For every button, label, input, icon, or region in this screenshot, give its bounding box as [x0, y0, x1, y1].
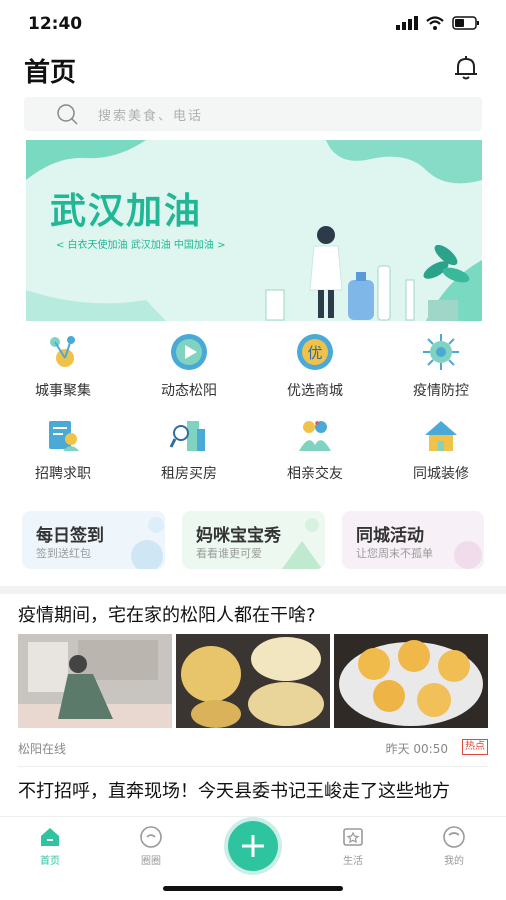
article-time: 昨天 00:50 [385, 742, 448, 756]
banner-subtitle: < 白衣天使加油 武汉加油 中国加油 > [56, 240, 226, 251]
service-epidemic[interactable]: 疫情防控 [378, 332, 504, 400]
tab-label: 我的 [444, 856, 464, 867]
service-dating[interactable]: 相亲交友 [252, 415, 378, 483]
signal-icon [396, 16, 418, 30]
banner-title: 武汉加油 [50, 191, 203, 232]
tab-label: 生活 [343, 856, 363, 867]
card-title: 妈咪宝宝秀 [196, 526, 281, 546]
couple-icon [299, 421, 331, 451]
service-label: 租房买房 [161, 466, 217, 482]
card-title: 同城活动 [356, 526, 424, 546]
article-title[interactable]: 不打招呼，直奔现场！今天县委书记王峻走了这些地方 [18, 778, 488, 805]
service-jobs[interactable]: 招聘求职 [0, 415, 126, 483]
service-label: 疫情防控 [413, 383, 469, 399]
card-subtitle: 看看谁更可爱 [196, 547, 262, 560]
city-news-icon [50, 336, 75, 367]
tab-label: 首页 [40, 856, 60, 867]
tab-label: 圈圈 [141, 856, 161, 867]
bell-icon[interactable] [452, 54, 480, 82]
service-label: 动态松阳 [161, 383, 217, 399]
home-icon [41, 828, 59, 846]
page-title: 首页 [24, 58, 77, 88]
article-separator [18, 766, 488, 767]
circle-icon [140, 826, 162, 848]
tab-circle[interactable]: 圈圈 [121, 825, 181, 867]
service-dynamic[interactable]: 动态松阳 [126, 332, 252, 400]
tab-home[interactable]: 首页 [20, 825, 80, 867]
article-photos[interactable] [18, 634, 488, 728]
shop-icon: 优 [297, 334, 333, 370]
status-time: 12:40 [28, 14, 83, 34]
status-icons [396, 16, 480, 30]
banner[interactable]: 武汉加油 < 白衣天使加油 武汉加油 中国加油 > [26, 140, 482, 321]
add-button[interactable] [228, 821, 278, 871]
article-photo[interactable] [334, 634, 488, 728]
tab-profile[interactable]: 我的 [424, 825, 484, 867]
service-label: 城事聚集 [35, 383, 91, 399]
service-housing[interactable]: 租房买房 [126, 415, 252, 483]
card-subtitle: 签到送红包 [36, 547, 91, 560]
life-icon [343, 828, 363, 846]
service-decoration[interactable]: 同城装修 [378, 415, 504, 483]
virus-icon [423, 334, 459, 370]
battery-icon [452, 16, 479, 30]
profile-icon [443, 826, 465, 848]
card-city-event[interactable]: 同城活动 让您周末不孤单 [342, 511, 484, 569]
building-icon [169, 421, 205, 451]
svg-text:优: 优 [307, 344, 322, 362]
article-source: 松阳在线 [18, 742, 67, 756]
house-icon [425, 421, 457, 451]
resume-icon [49, 421, 79, 451]
tab-life[interactable]: 生活 [323, 825, 383, 867]
service-label: 招聘求职 [35, 466, 91, 482]
article-title[interactable]: 疫情期间，宅在家的松阳人都在干啥? [18, 602, 488, 629]
service-label: 同城装修 [413, 466, 469, 482]
service-label: 优选商城 [287, 383, 343, 399]
card-title: 每日签到 [36, 526, 104, 546]
search-icon [57, 104, 78, 125]
status-bar: 12:40 [0, 0, 506, 46]
home-indicator [163, 886, 343, 891]
article-photo[interactable] [18, 634, 172, 728]
wifi-icon [426, 16, 444, 30]
article-photo[interactable] [176, 634, 330, 728]
card-baby-show[interactable]: 妈咪宝宝秀 看看谁更可爱 [182, 511, 325, 569]
search-input[interactable]: 搜索美食、电话 [98, 105, 203, 124]
play-icon [171, 334, 207, 370]
hot-badge: 热点 [462, 739, 488, 755]
service-label: 相亲交友 [287, 466, 343, 482]
service-city-news[interactable]: 城事聚集 [0, 332, 126, 400]
service-mall[interactable]: 优 优选商城 [252, 332, 378, 400]
search-bar[interactable]: 搜索美食、电话 [24, 97, 482, 131]
section-divider [0, 586, 506, 594]
plus-icon [242, 835, 264, 857]
card-daily-checkin[interactable]: 每日签到 签到送红包 [22, 511, 165, 569]
card-subtitle: 让您周末不孤单 [356, 547, 433, 560]
